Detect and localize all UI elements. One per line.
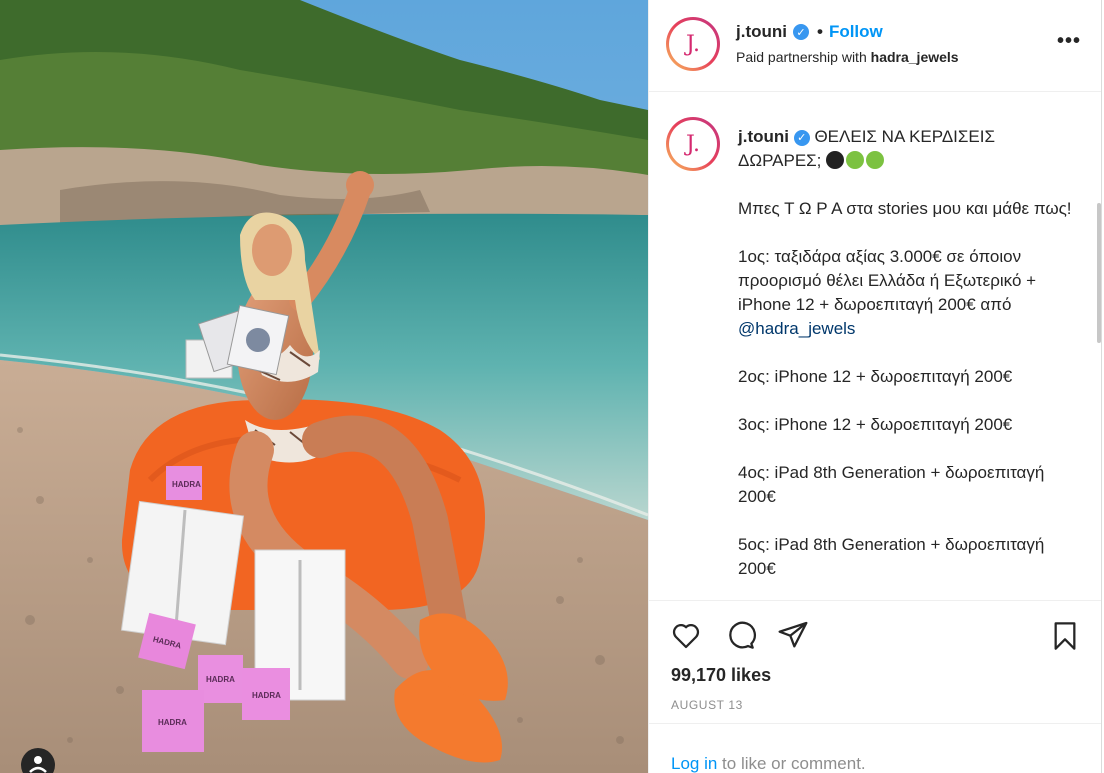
paid-partnership-line: Paid partnership with hadra_jewels	[736, 49, 959, 65]
box-label-5: HADRA	[158, 718, 187, 727]
login-prompt: Log in to like or comment.	[649, 723, 1101, 773]
avatar[interactable]: J.	[666, 17, 720, 71]
caption-avatar[interactable]: J.	[666, 117, 720, 171]
bookmark-icon[interactable]	[1049, 619, 1081, 658]
follow-button[interactable]: Follow	[829, 22, 883, 42]
caption-p3: 1ος: ταξιδάρα αξίας 3.000€ σε όποιον προ…	[738, 247, 1037, 314]
post-side-panel: J. j.touni ✓ • Follow Paid partnership w…	[648, 0, 1102, 773]
post-header: J. j.touni ✓ • Follow Paid partnership w…	[649, 0, 1101, 92]
comment-icon[interactable]	[723, 619, 757, 656]
login-link[interactable]: Log in	[671, 754, 717, 773]
more-options-button[interactable]: •••	[1057, 30, 1081, 53]
beach-photo-illustration: HADRA HADRA HADRA HADRA HADRA	[0, 0, 648, 773]
avatar-monogram: J.	[685, 31, 701, 57]
post-date[interactable]: AUGUST 13	[671, 698, 743, 712]
verified-icon: ✓	[792, 24, 809, 40]
header-user-line: j.touni ✓ • Follow	[736, 22, 883, 42]
likes-count[interactable]: 99,170 likes	[671, 665, 771, 686]
caption-verified-icon: ✓	[793, 130, 810, 146]
separator-dot: •	[816, 22, 823, 41]
box-label-1: HADRA	[172, 480, 201, 489]
money-face-emoji-icon-2	[866, 151, 885, 169]
caption-p7: 5ος: iPad 8th Generation + δωροεπιταγή 2…	[738, 535, 1045, 578]
box-label-3: HADRA	[206, 675, 235, 684]
login-suffix: to like or comment.	[717, 754, 866, 773]
bomb-emoji-icon	[826, 151, 845, 169]
caption-p6: 4ος: iPad 8th Generation + δωροεπιταγή 2…	[738, 463, 1045, 506]
caption-p2: Μπες Τ Ω Ρ Α στα stories μου και μάθε πω…	[738, 199, 1072, 218]
box-label-4: HADRA	[252, 691, 281, 700]
mention-link[interactable]: @hadra_jewels	[738, 319, 855, 338]
caption-username[interactable]: j.touni	[738, 127, 789, 146]
caption-avatar-monogram: J.	[685, 131, 701, 157]
post-photo[interactable]: HADRA HADRA HADRA HADRA HADRA	[0, 0, 648, 773]
partnership-prefix: Paid partnership with	[736, 49, 867, 65]
heart-icon[interactable]	[669, 619, 703, 656]
money-face-emoji-icon	[846, 151, 865, 169]
partner-link[interactable]: hadra_jewels	[871, 49, 959, 65]
share-icon[interactable]	[776, 619, 810, 656]
caption-text: j.touni ✓ ΘΕΛΕΙΣ ΝΑ ΚΕΡΔΙΣΕΙΣ ΔΩΡΑΡΕΣ; Μ…	[738, 125, 1073, 600]
scrollbar[interactable]	[1097, 203, 1101, 343]
caption-p4: 2ος: iPhone 12 + δωροεπιταγή 200€	[738, 367, 1013, 386]
caption-scroll-area[interactable]: J. j.touni ✓ ΘΕΛΕΙΣ ΝΑ ΚΕΡΔΙΣΕΙΣ ΔΩΡΑΡΕΣ…	[649, 93, 1101, 600]
post-actions: 99,170 likes AUGUST 13 Log in to like or…	[649, 600, 1101, 773]
caption-p5: 3ος: iPhone 12 + δωροεπιταγή 200€	[738, 415, 1013, 434]
username-link[interactable]: j.touni	[736, 22, 787, 42]
